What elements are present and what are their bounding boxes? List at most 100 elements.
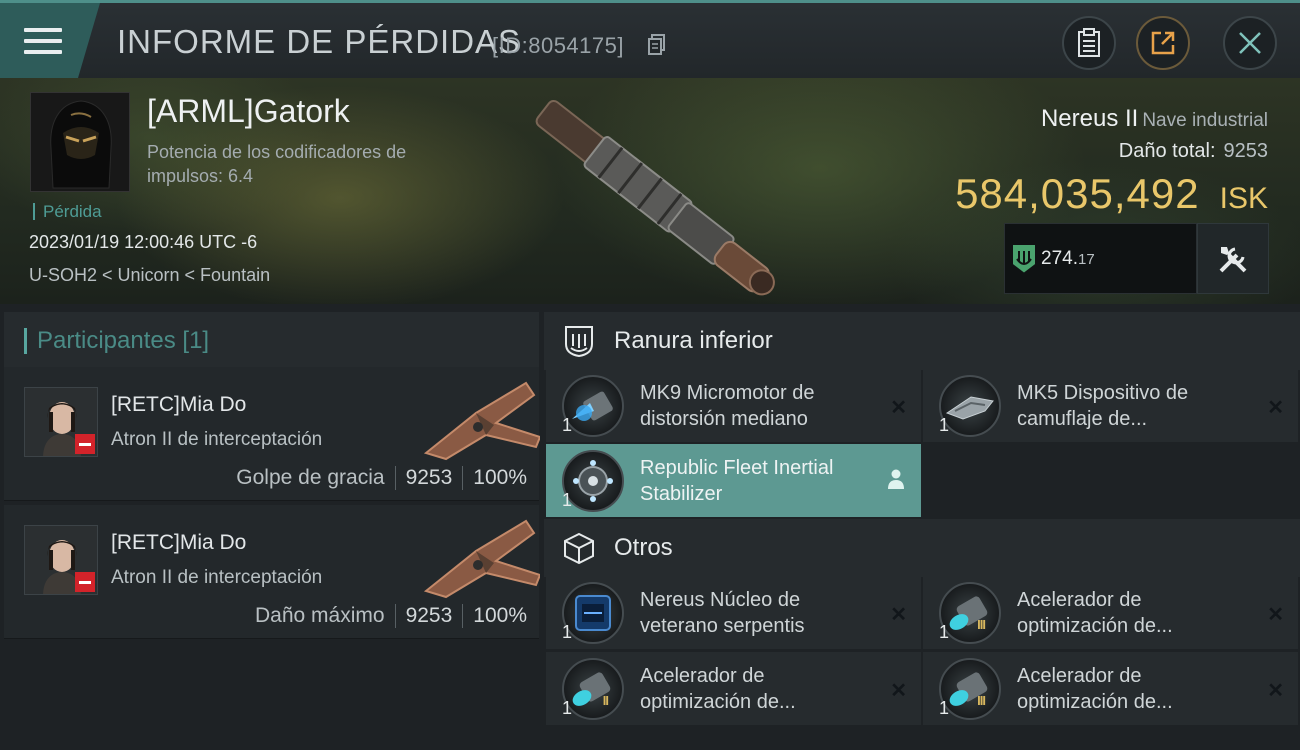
menu-button[interactable] [0,3,100,78]
module-qty: 1 [562,490,573,510]
stat-divider [462,466,464,490]
module-slot[interactable]: 1 Nereus Núcleo de veterano serpentis ✕ [546,576,921,649]
fitting-panel: Ranura inferior 1 MK9 Micromotor de dist… [540,304,1300,750]
close-button[interactable] [1223,16,1277,70]
rating-shield-icon [1013,244,1035,273]
module-name: MK5 Dispositivo de camuflaje de... [1017,381,1189,430]
module-qty: 1 [939,622,950,642]
fitting-button[interactable] [1197,223,1269,294]
booster-tier: II [602,692,609,708]
participant-damage: 9253 [405,604,453,627]
participant-role: Golpe de gracia [236,466,385,489]
hamburger-icon [24,27,62,54]
share-icon [1151,31,1175,55]
stat-divider [394,604,396,628]
participant-percent: 100% [473,604,527,627]
participant-role: Daño máximo [255,604,385,627]
page-title: INFORME DE PÉRDIDAS [117,23,522,60]
loss-status-tag: Pérdida [33,203,102,220]
participant-name[interactable]: [RETC]Mia Do [111,393,246,417]
total-damage-value: 9253 [1223,140,1269,162]
destroyed-x-icon: ✕ [1267,604,1284,626]
isk-value: 584,035,492 [955,170,1200,217]
participant-card[interactable]: [RETC]Mia Do Atron II de interceptación … [4,367,542,501]
module-qty: 1 [562,698,573,718]
module-slot[interactable]: 1 Republic Fleet Inertial Stabilizer [546,444,921,517]
other-header: Otros [544,519,1300,577]
module-qty: 1 [562,622,573,642]
close-icon [1239,32,1261,54]
low-slot-title: Ranura inferior [614,327,773,354]
module-name: Acelerador de optimización de... [640,664,796,713]
participants-panel: Participantes [1] [RETC]Mia Do Atron II … [0,304,542,750]
module-slot[interactable]: II 1 Acelerador de optimización de... ✕ [546,652,921,725]
module-slot[interactable]: III 1 Acelerador de optimización de... ✕ [923,652,1298,725]
module-slot[interactable]: 1 MK5 Dispositivo de camuflaje de... ✕ [923,369,1298,442]
victim-attribute: Potencia de los codificadores de impulso… [147,142,407,186]
stat-divider [462,604,464,628]
clipboard-icon [1078,28,1100,57]
module-name: Republic Fleet Inertial Stabilizer [640,456,834,505]
clipboard-button[interactable] [1062,16,1116,70]
ship-name[interactable]: Nereus II [1041,105,1138,132]
ship-render [535,99,775,296]
module-qty: 1 [939,698,950,718]
participant-avatar[interactable] [24,525,98,595]
participant-stats: Daño máximo 9253 100% [255,604,527,628]
module-name: Acelerador de optimización de... [1017,588,1173,637]
report-id: [ID:8054175] [492,33,624,58]
participant-ship: Atron II de interceptación [111,429,323,450]
rating-main: 274. [1041,247,1078,269]
hostile-minus-icon [75,572,95,592]
rating-value: 274.17 [1041,248,1095,270]
dropped-person-icon [888,469,904,489]
stat-divider [394,466,396,490]
participant-damage: 9253 [405,466,453,489]
ship-class: Nave industrial [1142,110,1268,131]
cargo-box-icon [564,532,594,565]
participant-stats: Golpe de gracia 9253 100% [236,466,527,490]
total-damage-label: Daño total: [1118,140,1216,162]
participants-title: Participantes [1] [37,327,210,354]
participant-ship: Atron II de interceptación [111,567,323,588]
destroyed-x-icon: ✕ [890,397,907,419]
participant-percent: 100% [473,466,527,489]
low-slot-header: Ranura inferior [544,312,1300,370]
loss-datetime: 2023/01/19 12:00:46 UTC -6 [29,232,258,252]
destroyed-x-icon: ✕ [890,604,907,626]
module-qty: 1 [562,415,573,435]
participant-card[interactable]: [RETC]Mia Do Atron II de interceptación … [4,505,542,639]
isk-value-line: 584,035,492 ISK [955,170,1268,218]
rating-fraction: 17 [1077,250,1095,268]
module-slot[interactable]: III 1 Acelerador de optimización de... ✕ [923,576,1298,649]
participant-avatar[interactable] [24,387,98,457]
loss-location: U-SOH2 < Unicorn < Fountain [29,265,271,285]
victim-name[interactable]: [ARML]Gatork [147,93,350,130]
participant-ship-icon [423,381,542,461]
other-title: Otros [614,534,673,561]
destroyed-x-icon: ✕ [890,680,907,702]
participant-name[interactable]: [RETC]Mia Do [111,531,246,555]
total-damage: Daño total: 9253 [1119,140,1268,163]
booster-tier: III [977,616,986,632]
booster-tier: III [977,692,986,708]
module-name: Acelerador de optimización de... [1017,664,1173,713]
tools-icon [1219,246,1247,272]
participant-ship-icon [423,519,542,599]
fitting-rating: 274.17 [1004,223,1197,294]
module-name: MK9 Micromotor de distorsión mediano [640,381,815,430]
module-name: Nereus Núcleo de veterano serpentis [640,588,805,637]
share-button[interactable] [1136,16,1190,70]
copy-icon[interactable] [648,34,666,56]
ship-info: Nereus II Nave industrial [1041,105,1268,133]
hostile-minus-icon [75,434,95,454]
destroyed-x-icon: ✕ [1267,397,1284,419]
destroyed-x-icon: ✕ [1267,680,1284,702]
module-slot[interactable]: 1 MK9 Micromotor de distorsión mediano ✕ [546,369,921,442]
module-qty: 1 [939,415,950,435]
header-accent-bar [24,328,27,354]
participants-header[interactable]: Participantes [1] [4,312,539,370]
top-bar: INFORME DE PÉRDIDAS [ID:8054175] [0,0,1300,78]
isk-unit: ISK [1219,182,1268,215]
victim-avatar[interactable] [30,92,130,192]
